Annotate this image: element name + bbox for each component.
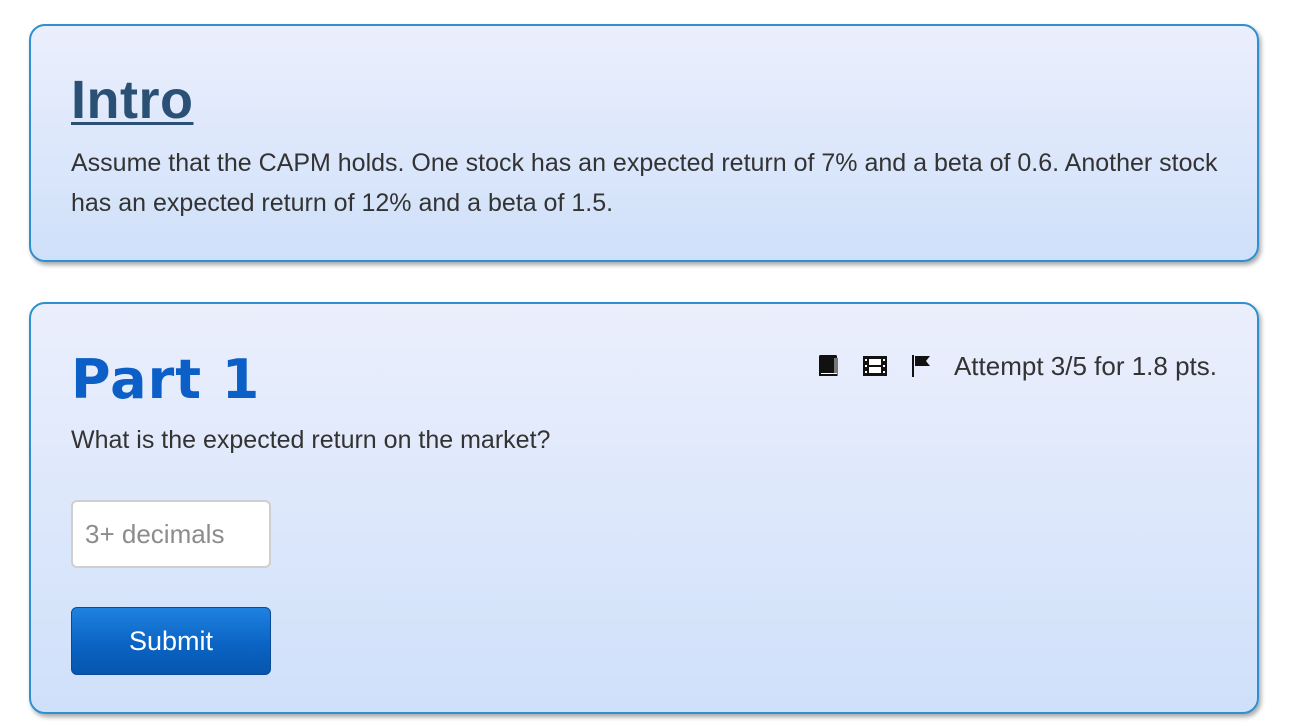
- flag-icon[interactable]: [908, 353, 934, 379]
- intro-card: Intro Assume that the CAPM holds. One st…: [29, 24, 1259, 262]
- part-toolbar: Attempt 3/5 for 1.8 pts.: [816, 348, 1217, 384]
- answer-input[interactable]: [71, 500, 271, 568]
- film-icon[interactable]: [862, 353, 888, 379]
- book-icon[interactable]: [816, 353, 842, 379]
- question-text: What is the expected return on the marke…: [71, 426, 551, 454]
- intro-title: Intro: [71, 70, 194, 130]
- part-1-card: Part 1 Attempt 3/5 for 1.8 pts. What is …: [29, 302, 1259, 714]
- attempt-counter: Attempt 3/5 for 1.8 pts.: [953, 351, 1217, 381]
- part-title: Part 1: [71, 348, 261, 411]
- submit-button[interactable]: Submit: [71, 607, 271, 675]
- intro-text: Assume that the CAPM holds. One stock ha…: [71, 149, 1218, 217]
